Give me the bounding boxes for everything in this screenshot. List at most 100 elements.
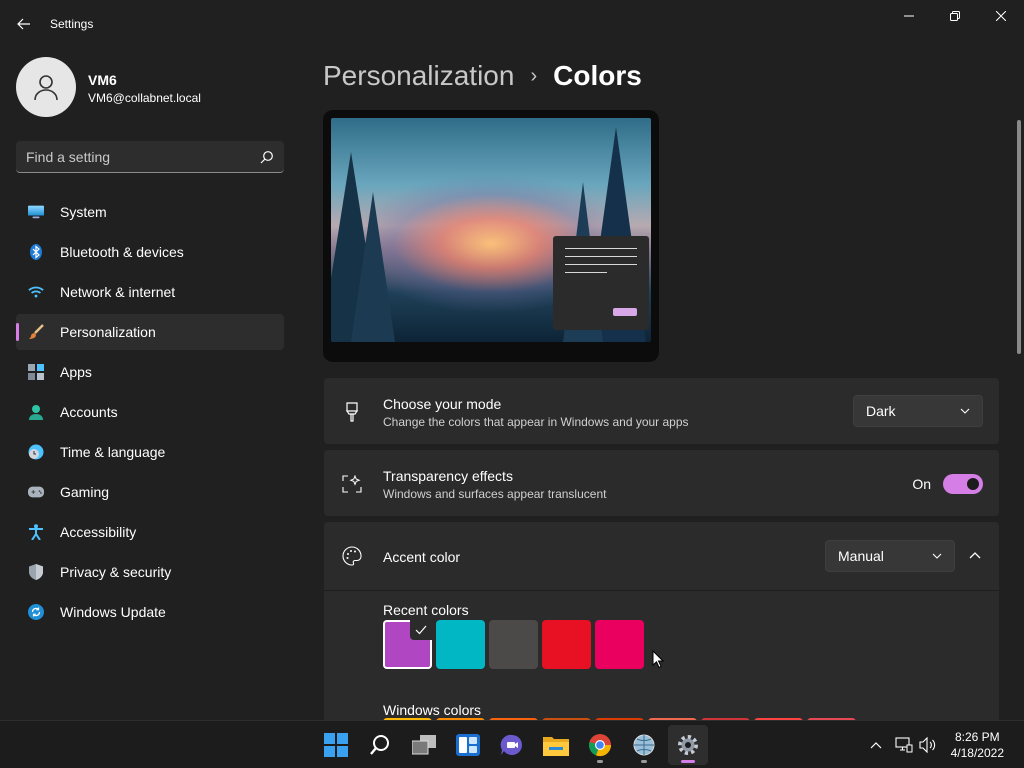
- breadcrumb-separator: ›: [530, 64, 538, 87]
- sidebar-item-label: Accessibility: [60, 524, 137, 540]
- person-placeholder-icon: [34, 75, 58, 101]
- sidebar-item-gaming[interactable]: Gaming: [16, 474, 284, 510]
- task-view-button[interactable]: [404, 725, 444, 765]
- breadcrumb: Personalization › Colors: [323, 58, 642, 94]
- chevron-down-icon: [960, 408, 970, 414]
- apps-icon: [28, 364, 44, 380]
- show-hidden-icons-button[interactable]: [866, 735, 886, 755]
- restore-icon: [950, 11, 960, 21]
- palette-icon: [342, 546, 362, 566]
- network-tray-button[interactable]: [894, 735, 914, 755]
- color-swatch[interactable]: [595, 620, 644, 669]
- widgets-button[interactable]: [448, 725, 488, 765]
- accent-dropdown[interactable]: Manual: [825, 540, 955, 572]
- file-explorer-icon: [543, 737, 569, 756]
- network-app-button[interactable]: [624, 725, 664, 765]
- color-swatch[interactable]: [542, 620, 591, 669]
- sidebar-item-network[interactable]: Network & internet: [16, 274, 284, 310]
- start-button[interactable]: [316, 725, 356, 765]
- taskbar-clock[interactable]: 8:26 PM 4/18/2022: [951, 729, 1004, 761]
- sidebar-item-time-language[interactable]: Time & language: [16, 434, 284, 470]
- mouse-cursor-icon: [652, 650, 664, 668]
- ethernet-icon: [895, 737, 913, 753]
- running-indicator: [641, 760, 647, 763]
- close-button[interactable]: [978, 0, 1024, 32]
- task-view-icon: [412, 735, 436, 755]
- search-input[interactable]: [26, 148, 260, 165]
- toggle-knob: [967, 478, 979, 490]
- clock-globe-icon: [28, 444, 44, 460]
- file-explorer-button[interactable]: [536, 725, 576, 765]
- color-swatch[interactable]: [436, 620, 485, 669]
- sidebar-item-system[interactable]: System: [16, 194, 284, 230]
- widgets-icon: [456, 734, 480, 756]
- back-arrow-icon: [17, 18, 30, 30]
- chevron-up-icon: [969, 552, 981, 559]
- transparency-toggle[interactable]: [943, 474, 983, 494]
- sidebar-item-privacy[interactable]: Privacy & security: [16, 554, 284, 590]
- wifi-icon: [28, 284, 44, 300]
- volume-tray-button[interactable]: [918, 735, 938, 755]
- sidebar-item-windows-update[interactable]: Windows Update: [16, 594, 284, 630]
- paint-brush-icon: [342, 402, 362, 422]
- accent-dropdown-value: Manual: [838, 548, 884, 564]
- brush-icon: [28, 324, 44, 340]
- mode-dropdown[interactable]: Dark: [853, 395, 983, 427]
- chat-button[interactable]: [492, 725, 532, 765]
- transparency-card: Transparency effects Windows and surface…: [324, 450, 999, 516]
- accent-collapse-button[interactable]: [963, 544, 987, 568]
- user-email: VM6@collabnet.local: [88, 91, 201, 105]
- sidebar-item-accounts[interactable]: Accounts: [16, 394, 284, 430]
- sidebar-item-label: Gaming: [60, 484, 110, 500]
- sidebar-item-label: Accounts: [60, 404, 118, 420]
- running-indicator: [681, 760, 695, 763]
- chrome-icon: [589, 734, 612, 757]
- restore-button[interactable]: [932, 0, 978, 32]
- chrome-button[interactable]: [580, 725, 620, 765]
- sidebar-nav: System Bluetooth & devices Network & int…: [16, 194, 284, 634]
- preview-window: [553, 236, 649, 330]
- person-icon: [28, 404, 44, 420]
- page-title: Colors: [553, 60, 642, 91]
- search-icon: [370, 735, 389, 755]
- preview-line: [565, 272, 607, 273]
- taskbar-search-button[interactable]: [360, 725, 400, 765]
- wallpaper-preview: [331, 118, 651, 342]
- breadcrumb-parent-link[interactable]: Personalization: [323, 60, 514, 92]
- back-button[interactable]: [8, 10, 40, 38]
- minimize-icon: [904, 15, 914, 17]
- sidebar-item-bluetooth[interactable]: Bluetooth & devices: [16, 234, 284, 270]
- color-swatch[interactable]: [489, 620, 538, 669]
- clock-date: 4/18/2022: [950, 746, 1004, 760]
- preview-line: [565, 264, 637, 265]
- chevron-up-icon: [870, 742, 882, 749]
- recent-colors: [383, 620, 648, 669]
- sidebar-item-accessibility[interactable]: Accessibility: [16, 514, 284, 550]
- minimize-button[interactable]: [886, 0, 932, 32]
- start-icon: [324, 733, 348, 757]
- recent-colors-label: Recent colors: [383, 602, 469, 618]
- mode-description: Change the colors that appear in Windows…: [383, 415, 689, 429]
- accessibility-icon: [28, 524, 44, 540]
- sidebar-item-personalization[interactable]: Personalization: [16, 314, 284, 350]
- checkmark-icon: [415, 625, 427, 635]
- search-box[interactable]: [16, 141, 284, 173]
- scrollbar[interactable]: [1017, 120, 1021, 354]
- speaker-icon: [919, 737, 936, 753]
- sparkle-icon: [342, 474, 362, 494]
- sidebar-item-label: Windows Update: [60, 604, 166, 620]
- teams-chat-icon: [500, 734, 522, 755]
- sidebar-item-apps[interactable]: Apps: [16, 354, 284, 390]
- transparency-state-label: On: [912, 476, 931, 492]
- color-swatch[interactable]: [383, 620, 432, 669]
- transparency-title: Transparency effects: [383, 468, 513, 484]
- bluetooth-icon: [28, 244, 44, 260]
- shield-icon: [28, 564, 44, 580]
- sidebar-item-label: Apps: [60, 364, 92, 380]
- wallpaper-tree: [351, 192, 395, 342]
- accent-title: Accent color: [383, 549, 461, 565]
- search-icon[interactable]: [260, 150, 274, 164]
- settings-taskbar-button[interactable]: [668, 725, 708, 765]
- avatar[interactable]: [16, 57, 76, 117]
- update-icon: [28, 604, 44, 620]
